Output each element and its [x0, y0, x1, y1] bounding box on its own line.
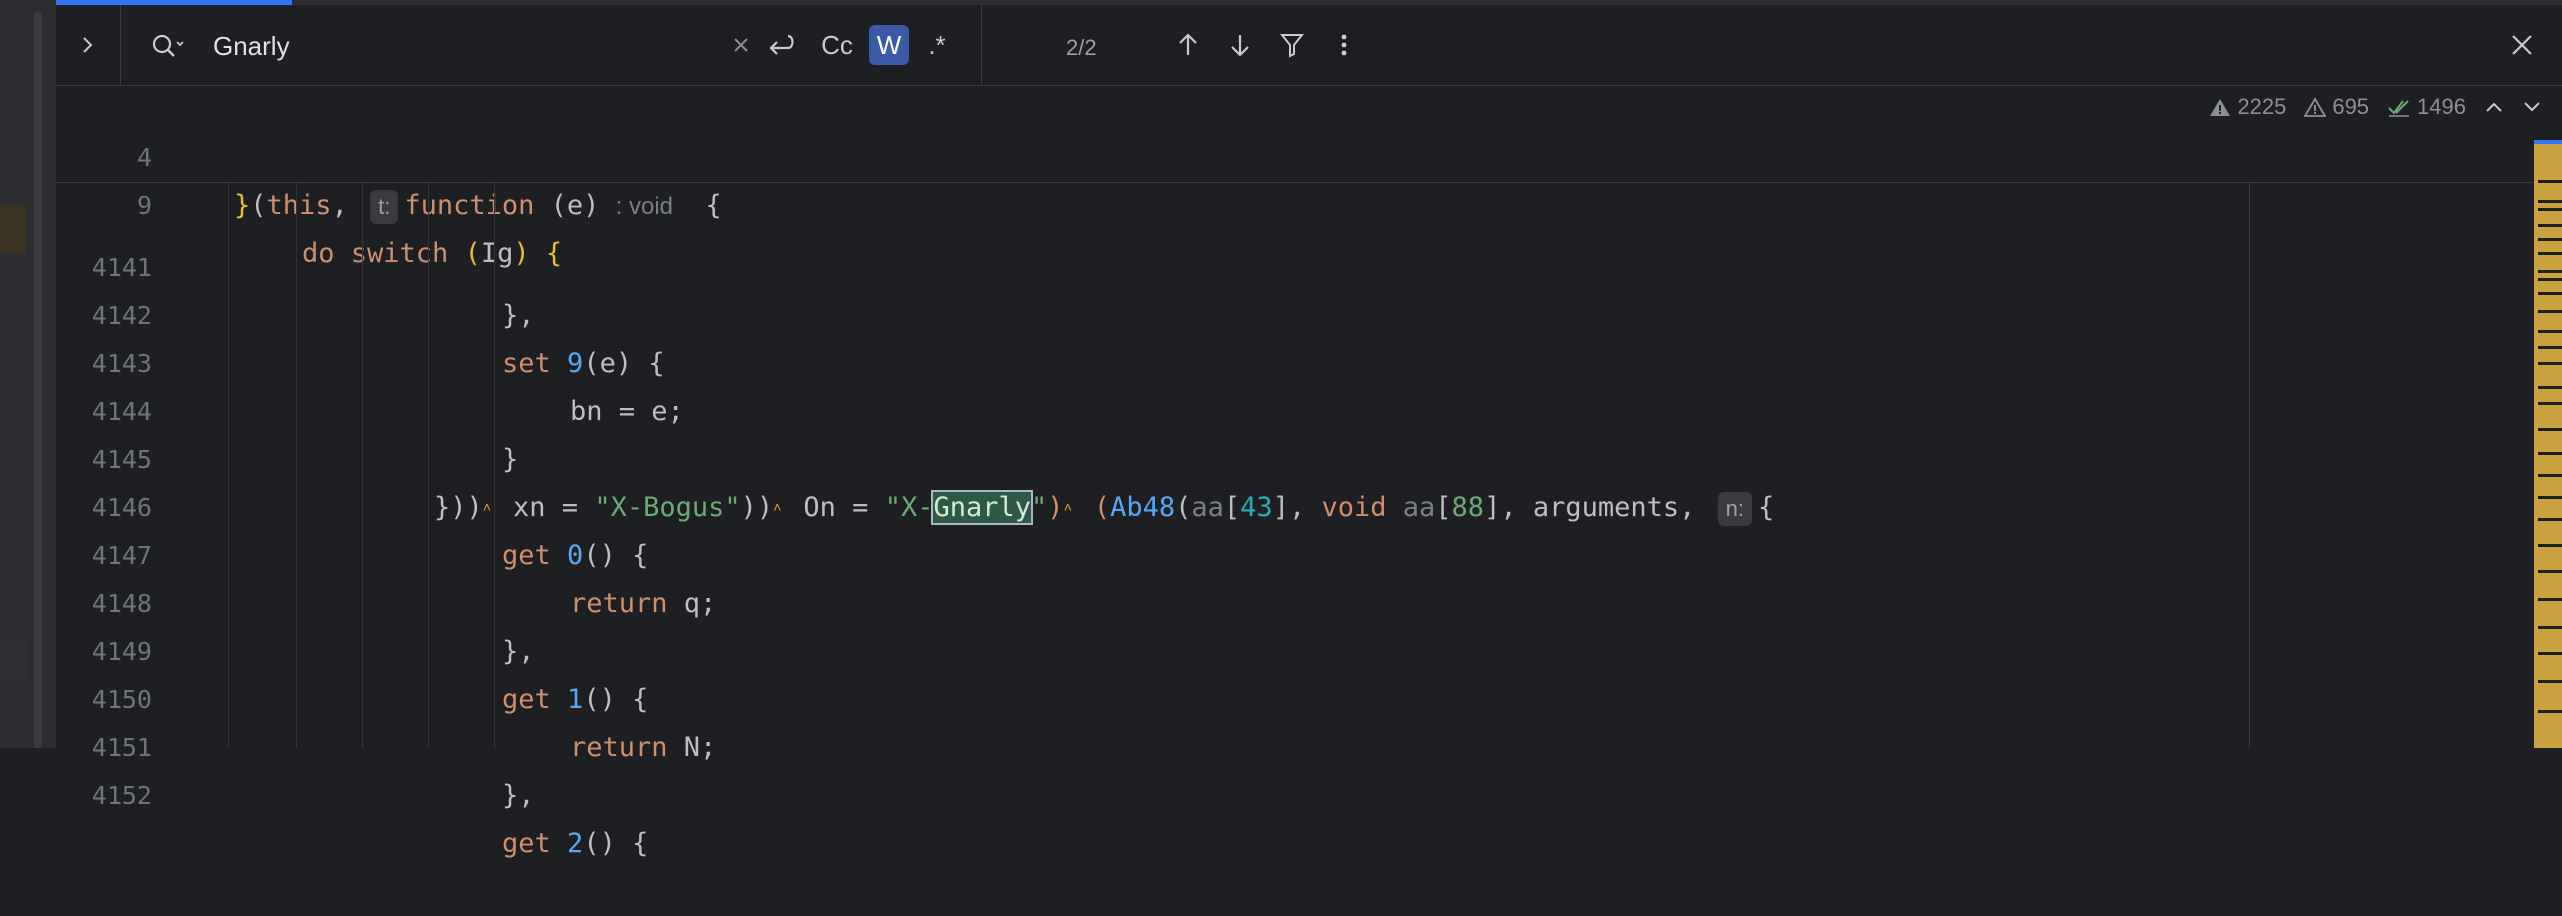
sticky-lines: 4 }(this, t: function (e) : void { 9 do s…	[56, 86, 2562, 269]
chevron-right-icon	[83, 37, 93, 53]
more-options-button[interactable]	[1326, 27, 1362, 63]
filter-button[interactable]	[1274, 27, 1310, 63]
code-line[interactable]: 4141 },	[56, 196, 2506, 331]
error-icon	[2210, 99, 2231, 116]
expand-replace-button[interactable]	[56, 5, 121, 85]
weak-warnings-count[interactable]: 1496	[2387, 94, 2466, 120]
find-bar: Cc W .* 2/2	[56, 5, 2562, 86]
code-line[interactable]: 4152 get 2() {	[56, 724, 2506, 859]
caret-position-marker	[2534, 140, 2562, 144]
arrow-up-icon	[1179, 33, 1197, 55]
search-history-icon[interactable]	[151, 33, 185, 61]
double-check-icon	[2388, 100, 2410, 117]
code-line[interactable]: 4144 }	[56, 340, 2506, 475]
match-count: 2/2	[1066, 35, 1097, 60]
close-find-bar-button[interactable]	[2504, 27, 2540, 63]
code-line[interactable]: 4143 bn = e;	[56, 292, 2506, 427]
newline-icon	[769, 34, 794, 55]
error-stripe[interactable]	[2534, 140, 2562, 748]
whole-words-toggle[interactable]: W	[869, 25, 909, 65]
code-line[interactable]: 4150 return N;	[56, 628, 2506, 763]
code-editor: Cc W .* 2/2 4 }(this, t:function (e) : v…	[56, 0, 2562, 859]
inspection-widget[interactable]: 2225 695 1496	[2209, 94, 2542, 120]
close-icon	[2512, 35, 2532, 55]
more-vertical-icon	[1341, 34, 1347, 56]
code-line[interactable]: 4146 get 0() {	[56, 436, 2506, 571]
warnings-count[interactable]: 695	[2304, 94, 2369, 120]
code-line[interactable]: 4148 },	[56, 532, 2506, 667]
search-input[interactable]	[211, 27, 655, 65]
code-line[interactable]: 4149 get 1() {	[56, 580, 2506, 715]
match-case-toggle[interactable]: Cc	[817, 25, 857, 65]
clear-icon	[734, 38, 748, 52]
left-tool-strip	[0, 0, 57, 748]
previous-match-button[interactable]	[1170, 27, 1206, 63]
chevron-up-icon[interactable]	[2484, 100, 2504, 114]
errors-count[interactable]: 2225	[2209, 94, 2286, 120]
left-marker-2	[0, 640, 26, 680]
chevron-down-icon[interactable]	[2522, 100, 2542, 114]
warning-icon	[2304, 97, 2327, 117]
code-line[interactable]: 4142 set 9(e) {	[56, 244, 2506, 379]
search-field-container: Cc W .*	[121, 5, 982, 85]
code-line[interactable]: 4145 }))˄ xn = "X-Bogus"))˄ On = "X-Gnar…	[56, 388, 2506, 526]
filter-icon	[1279, 34, 1305, 58]
line-number: 4152	[91, 781, 152, 810]
regex-toggle[interactable]: .*	[917, 25, 957, 65]
sticky-line[interactable]: 4 }(this, t: function (e) : void {	[56, 86, 2506, 224]
code-line[interactable]: 4147 return q;	[56, 484, 2506, 619]
clear-search-button[interactable]	[721, 25, 761, 65]
left-marker	[0, 205, 26, 253]
next-match-button[interactable]	[1222, 27, 1258, 63]
multiline-toggle[interactable]	[761, 25, 801, 65]
arrow-down-icon	[1231, 35, 1249, 57]
code-line[interactable]: 4151 },	[56, 676, 2506, 811]
left-scrollbar[interactable]	[34, 12, 42, 748]
sticky-line[interactable]: 9 do switch (Ig) {	[56, 134, 2506, 269]
